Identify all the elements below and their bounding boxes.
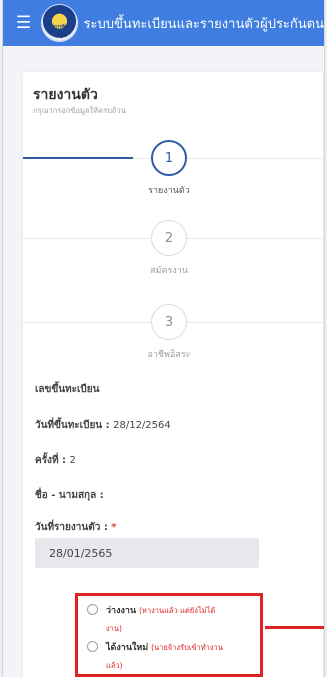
employment-status-options: ว่างงาน (หางานแล้ว แต่ยังไม่ได้ งาน) ได้… — [75, 593, 263, 677]
step-circle: 3 — [151, 304, 187, 340]
option-unemployed-hint-cont: งาน) — [106, 624, 122, 633]
step-circle: 2 — [151, 220, 187, 256]
radio-unemployed[interactable] — [87, 604, 98, 615]
registration-date-row: วันที่ขึ้นทะเบียน : 28/12/2564 — [35, 418, 171, 433]
round-row: ครั้งที่ : 2 — [35, 453, 76, 468]
round-label: ครั้งที่ : — [35, 455, 67, 466]
card-title: รายงานตัว — [33, 87, 98, 103]
app-frame: ☰ กรมการจัดหางาน ระบบขึ้นทะเบียนและรายงา… — [2, 0, 325, 677]
hamburger-menu-icon[interactable]: ☰ — [11, 10, 36, 36]
name-label: ชื่อ - นามสกุล : — [35, 490, 104, 501]
step-circle: 1 — [151, 140, 187, 176]
radio-new-job[interactable] — [87, 641, 98, 652]
registration-date-label: วันที่ขึ้นทะเบียน : — [35, 420, 110, 431]
step-3[interactable]: 3 อาชีพอิสระ — [23, 304, 323, 364]
logo-text: กรมการจัดหางาน — [45, 24, 74, 38]
report-card: รายงานตัว กรุณากรอกข้อมูลให้ครบถ้วน 1 รา… — [23, 72, 323, 677]
top-navbar: ☰ กรมการจัดหางาน ระบบขึ้นทะเบียนและรายงา… — [3, 0, 324, 46]
option-unemployed-label: ว่างงาน — [106, 606, 137, 616]
step-label: สมัครงาน — [150, 266, 188, 276]
required-marker: * — [111, 522, 117, 533]
option-unemployed-hint: (หางานแล้ว แต่ยังไม่ได้ — [138, 606, 216, 615]
report-date-row: วันที่รายงานตัว : * — [35, 520, 117, 535]
step-1[interactable]: 1 รายงานตัว — [23, 140, 323, 200]
option-new-job-text: ได้งานใหม่ (นายจ้างรับเข้าทำงาน แล้ว) — [106, 639, 256, 675]
option-new-job-hint: (นายจ้างรับเข้าทำงาน — [151, 643, 223, 652]
registration-date-value: 28/12/2564 — [113, 420, 171, 431]
highlight-arrow — [265, 626, 324, 629]
step-label: อาชีพอิสระ — [147, 350, 191, 360]
department-logo: กรมการจัดหางาน — [41, 5, 77, 41]
report-date-input[interactable] — [35, 538, 259, 568]
option-new-job-hint-cont: แล้ว) — [106, 661, 123, 670]
step-label: รายงานตัว — [148, 186, 190, 196]
registration-number-label: เลขขึ้นทะเบียน — [35, 384, 100, 395]
report-date-label: วันที่รายงานตัว : — [35, 522, 108, 533]
step-2[interactable]: 2 สมัครงาน — [23, 220, 323, 280]
option-new-job[interactable]: ได้งานใหม่ (นายจ้างรับเข้าทำงาน แล้ว) — [87, 639, 256, 675]
option-unemployed[interactable]: ว่างงาน (หางานแล้ว แต่ยังไม่ได้ งาน) — [87, 602, 256, 638]
step-progress-line — [23, 157, 133, 159]
app-title: ระบบขึ้นทะเบียนและรายงานตัวผู้ประกันตน — [83, 16, 324, 32]
card-subtitle: กรุณากรอกข้อมูลให้ครบถ้วน — [33, 106, 126, 115]
option-new-job-label: ได้งานใหม่ — [106, 643, 149, 653]
round-value: 2 — [69, 455, 76, 466]
option-unemployed-text: ว่างงาน (หางานแล้ว แต่ยังไม่ได้ งาน) — [106, 602, 256, 638]
